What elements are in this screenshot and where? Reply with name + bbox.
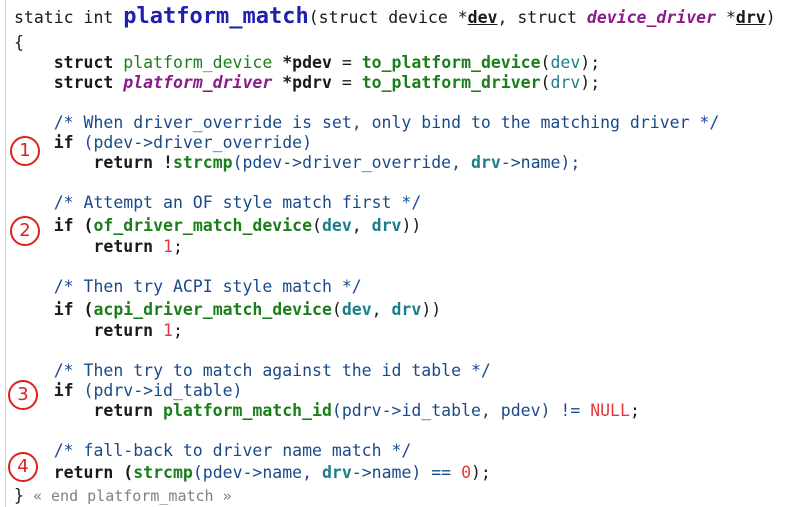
variable: pdrv [292, 73, 332, 92]
number: 1 [163, 237, 173, 256]
keyword-if: if ( [14, 300, 94, 319]
token: ( [540, 73, 551, 92]
variable: dev [341, 300, 372, 319]
condition: (pdrv->id_table) [83, 381, 243, 400]
token: { [14, 33, 24, 52]
param: dev [467, 8, 498, 27]
token: ); [580, 73, 601, 92]
variable: drv [391, 300, 422, 319]
variable: drv [371, 216, 402, 235]
variable: drv [550, 73, 581, 92]
param: drv [735, 8, 766, 27]
code-line-11: /* Then try ACPI style match */ [14, 276, 362, 298]
token: struct [14, 53, 124, 72]
token: ; [172, 237, 183, 256]
annotation-marker-3: 3 [8, 380, 38, 410]
token: ; [172, 321, 183, 340]
token: ->name) == [351, 463, 462, 482]
code-line-15: if (pdrv->id_table) [14, 380, 243, 402]
token: = [331, 73, 362, 92]
comment: /* Attempt an OF style match first */ [14, 193, 422, 212]
code-line-1: static int platform_match(struct device … [14, 6, 776, 29]
function-call: acpi_driver_match_device [93, 300, 332, 319]
token: * [716, 8, 736, 27]
comment: /* When driver_override is set, only bin… [14, 113, 720, 132]
code-line-19: } « end platform_match » [14, 485, 232, 507]
token: ); [580, 53, 601, 72]
function-call: strcmp [133, 463, 193, 482]
code-line-7: return !strcmp(pdev->driver_override, dr… [14, 152, 580, 174]
variable: drv [321, 463, 352, 482]
function-call: platform_match_id [163, 401, 332, 420]
null-constant: NULL [590, 401, 630, 420]
code-line-12: if (acpi_driver_match_device(dev, drv)) [14, 299, 441, 321]
variable: dev [321, 216, 352, 235]
token: , struct [497, 8, 587, 27]
code-line-17: /* fall-back to driver name match */ [14, 440, 412, 462]
code-line-10: return 1; [14, 236, 183, 258]
token: ; [629, 401, 640, 420]
number: 0 [461, 463, 471, 482]
code-line-16: return platform_match_id(pdrv->id_table,… [14, 400, 640, 422]
variable: dev [550, 53, 581, 72]
token: )) [421, 300, 442, 319]
variable: pdev [292, 53, 332, 72]
annotation-marker-1: 1 [10, 136, 40, 166]
code-line-8: /* Attempt an OF style match first */ [14, 192, 422, 214]
code-line-5: /* When driver_override is set, only bin… [14, 112, 720, 134]
token: static int [14, 8, 124, 27]
fold-end-label[interactable]: « end platform_match » [24, 487, 232, 505]
token: (struct device * [308, 8, 468, 27]
type-name: device_driver [586, 8, 717, 27]
code-line-3: struct platform_device *pdev = to_platfo… [14, 52, 600, 74]
token: * [272, 53, 293, 72]
editor-gutter-line [5, 0, 6, 507]
keyword-return: return [14, 321, 164, 340]
variable: drv [470, 153, 501, 172]
token: ->name); [500, 153, 581, 172]
token: ( [540, 53, 551, 72]
token: ); [471, 463, 491, 482]
function-name: platform_match [123, 4, 309, 29]
function-call: strcmp [172, 153, 233, 172]
code-line-14: /* Then try to match against the id tabl… [14, 360, 491, 382]
annotation-marker-2: 2 [10, 216, 40, 246]
comment: /* Then try ACPI style match */ [14, 277, 362, 296]
token: , [351, 216, 372, 235]
token: * [272, 73, 293, 92]
annotation-marker-4: 4 [8, 452, 38, 482]
token: = [331, 53, 362, 72]
token: ( [331, 300, 342, 319]
token: ( [312, 216, 322, 235]
token: struct [14, 73, 124, 92]
code-line-13: return 1; [14, 320, 183, 342]
token: )) [401, 216, 422, 235]
code-line-9: if (of_driver_match_device(dev, drv)) [14, 215, 422, 237]
function-call: to_platform_driver [361, 73, 541, 92]
code-line-2: { [14, 32, 24, 54]
condition: (pdev->driver_override) [83, 133, 313, 152]
code-line-4: struct platform_driver *pdrv = to_platfo… [14, 72, 600, 94]
token: (pdrv->id_table, pdev) != [331, 401, 591, 420]
token: (pdev->driver_override, [232, 153, 471, 172]
closing-brace: } [14, 486, 24, 505]
comment: /* fall-back to driver name match */ [14, 441, 412, 460]
type-name: platform_device [123, 53, 273, 72]
comment: /* Then try to match against the id tabl… [14, 361, 491, 380]
number: 1 [163, 321, 173, 340]
function-call: to_platform_device [361, 53, 541, 72]
token: ) [765, 8, 776, 27]
keyword-return: return [14, 401, 164, 420]
function-call: of_driver_match_device [93, 216, 313, 235]
type-name: platform_driver [123, 73, 273, 92]
code-line-18: return (strcmp(pdev->name, drv->name) ==… [14, 462, 491, 484]
code-line-6: if (pdev->driver_override) [14, 132, 312, 154]
token: (pdev->name, [192, 463, 322, 482]
token: , [371, 300, 392, 319]
